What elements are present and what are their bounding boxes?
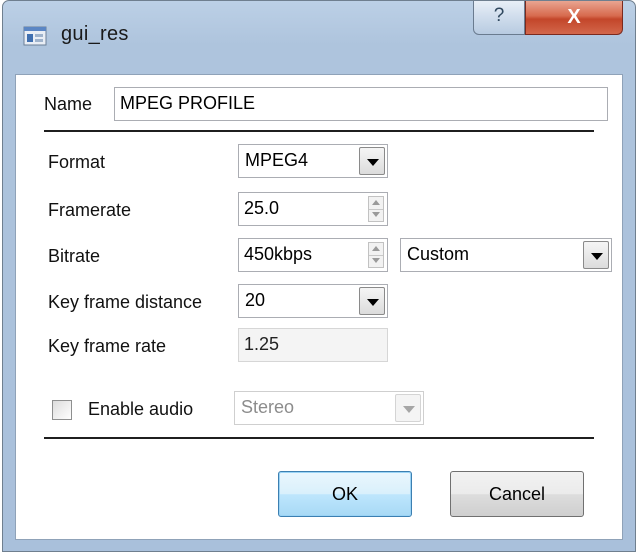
spin-down-icon[interactable] (369, 255, 383, 267)
window-title: gui_res (61, 23, 129, 45)
framerate-spinbox[interactable]: 25.0 (238, 192, 388, 226)
name-label: Name (44, 94, 93, 114)
bitrate-mode-select[interactable]: Custom (400, 238, 612, 272)
audio-mode-select[interactable]: Stereo (234, 391, 424, 425)
cancel-button[interactable]: Cancel (450, 471, 584, 517)
keyframe-distance-label: Key frame distance (48, 292, 203, 312)
dialog-window: gui_res ? X Name MPEG PROFILE Format MPE… (2, 0, 636, 552)
keyframe-rate-field: 1.25 (238, 328, 388, 362)
close-icon: X (567, 6, 581, 28)
bitrate-value: 450kbps (244, 244, 313, 264)
chevron-down-icon[interactable] (583, 241, 609, 269)
separator-bottom (44, 437, 594, 439)
help-button[interactable]: ? (473, 1, 525, 35)
audio-mode-value: Stereo (241, 397, 295, 417)
close-button[interactable]: X (525, 1, 623, 35)
name-input[interactable]: MPEG PROFILE (114, 87, 608, 121)
format-value: MPEG4 (245, 150, 309, 170)
chevron-down-icon[interactable] (359, 287, 385, 315)
keyframe-rate-label: Key frame rate (48, 336, 167, 356)
keyframe-distance-value: 20 (245, 290, 266, 310)
framerate-spinner[interactable] (368, 196, 384, 222)
keyframe-distance-select[interactable]: 20 (238, 284, 388, 318)
framerate-label: Framerate (48, 200, 132, 220)
chevron-down-icon[interactable] (359, 147, 385, 175)
app-icon (23, 26, 47, 46)
format-label: Format (48, 152, 106, 172)
bitrate-label: Bitrate (48, 246, 101, 266)
ok-button[interactable]: OK (278, 471, 412, 517)
format-select[interactable]: MPEG4 (238, 144, 388, 178)
enable-audio-label[interactable]: Enable audio (88, 399, 193, 420)
chevron-down-icon[interactable] (395, 394, 421, 422)
title-bar[interactable]: gui_res ? X (3, 1, 635, 73)
separator-top (44, 130, 594, 132)
bitrate-spinbox[interactable]: 450kbps (238, 238, 388, 272)
dialog-content: Name MPEG PROFILE Format MPEG4 Framerate… (15, 74, 623, 540)
bitrate-spinner[interactable] (368, 242, 384, 268)
enable-audio-checkbox[interactable] (52, 400, 72, 420)
spin-down-icon[interactable] (369, 209, 383, 221)
bitrate-mode-value: Custom (407, 244, 470, 264)
framerate-value: 25.0 (244, 198, 280, 218)
